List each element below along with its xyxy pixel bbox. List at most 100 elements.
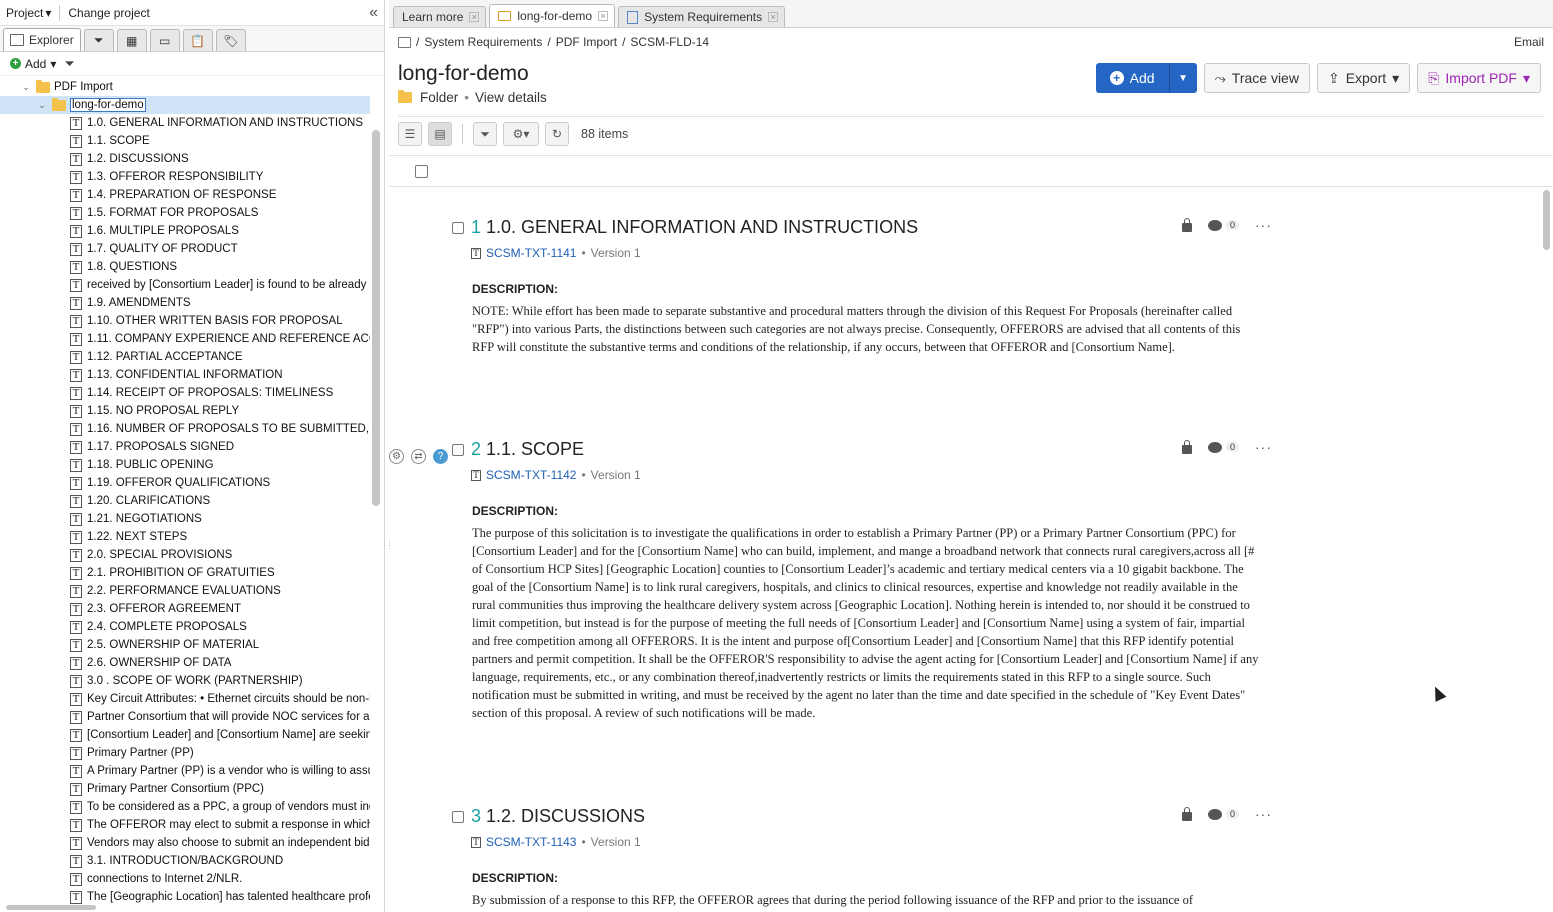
item-id-link[interactable]: SCSM-TXT-1142 (486, 468, 576, 482)
select-all-checkbox[interactable] (415, 165, 428, 178)
close-icon[interactable]: × (598, 11, 609, 21)
tab-long-for-demo[interactable]: long-for-demo × (489, 4, 616, 27)
tree-item[interactable]: T 1.2. DISCUSSIONS (0, 150, 370, 168)
close-icon[interactable]: × (768, 12, 779, 22)
tree-item[interactable]: T 1.21. NEGOTIATIONS (0, 510, 370, 528)
tree-item[interactable]: T The [Geographic Location] has talented … (0, 888, 370, 906)
tree-item[interactable]: T Primary Partner (PP) (0, 744, 370, 762)
more-options-icon[interactable]: ··· (1255, 806, 1272, 822)
tree-item[interactable]: T 1.9. AMENDMENTS (0, 294, 370, 312)
tree-item[interactable]: T 1.4. PREPARATION OF RESPONSE (0, 186, 370, 204)
comments-button[interactable]: 0 (1207, 219, 1239, 231)
item-id-link[interactable]: SCSM-TXT-1141 (486, 246, 576, 260)
tree-item[interactable]: T Primary Partner Consortium (PPC) (0, 780, 370, 798)
tab-tags[interactable]: 🏷 (215, 29, 246, 51)
tree-item[interactable]: T 2.0. SPECIAL PROVISIONS (0, 546, 370, 564)
tree-item[interactable]: T 1.3. OFFEROR RESPONSIBILITY (0, 168, 370, 186)
comments-button[interactable]: 0 (1207, 808, 1239, 820)
tab-explorer[interactable]: Explorer (3, 28, 81, 51)
chevron-down-icon[interactable]: ⌄ (36, 100, 48, 111)
close-icon[interactable]: × (469, 12, 480, 22)
add-dropdown-button[interactable]: ▼ (1168, 63, 1197, 93)
item-title[interactable]: 1.0. GENERAL INFORMATION AND INSTRUCTION… (486, 217, 918, 238)
description-text[interactable]: The purpose of this solicitation is to i… (472, 524, 1264, 722)
item-checkbox[interactable] (452, 221, 464, 234)
tab-system-requirements[interactable]: System Requirements × (618, 6, 786, 27)
tree-item[interactable]: T 2.2. PERFORMANCE EVALUATIONS (0, 582, 370, 600)
settings-menu-button[interactable]: ⚙▾ (503, 122, 539, 146)
tree-item[interactable]: T Partner Consortium that will provide NO… (0, 708, 370, 726)
tree-item[interactable]: T 1.18. PUBLIC OPENING (0, 456, 370, 474)
tab-learn-more[interactable]: Learn more × (393, 6, 487, 27)
comments-button[interactable]: 0 (1207, 441, 1239, 453)
tree-item[interactable]: T 2.6. OWNERSHIP OF DATA (0, 654, 370, 672)
filter-button[interactable]: ⏷ (473, 122, 497, 146)
tree-item[interactable]: T Vendors may also choose to submit an in… (0, 834, 370, 852)
tree-item[interactable]: T 1.17. PROPOSALS SIGNED (0, 438, 370, 456)
tree-item[interactable]: T 1.19. OFFEROR QUALIFICATIONS (0, 474, 370, 492)
tree-item[interactable]: Treceived by [Consortium Leader] is foun… (0, 276, 370, 294)
tab-table[interactable]: ▦ (116, 29, 147, 51)
tree-item[interactable]: T The OFFEROR may elect to submit a respo… (0, 816, 370, 834)
trace-view-button[interactable]: ⤳ Trace view (1203, 63, 1310, 93)
tree-item[interactable]: T 1.6. MULTIPLE PROPOSALS (0, 222, 370, 240)
tree-item[interactable]: T 1.12. PARTIAL ACCEPTANCE (0, 348, 370, 366)
document-view-button[interactable]: ▤ (428, 122, 452, 146)
add-button[interactable]: + Add (1095, 63, 1169, 93)
more-options-icon[interactable]: ··· (1255, 439, 1272, 455)
tree-item[interactable]: T 1.22. NEXT STEPS (0, 528, 370, 546)
tree-node-root[interactable]: ⌄ PDF Import (0, 78, 370, 96)
tree-vertical-scrollbar[interactable] (372, 130, 380, 506)
tree-item[interactable]: T 1.8. QUESTIONS (0, 258, 370, 276)
breadcrumb-item[interactable]: System Requirements (424, 35, 542, 49)
lock-icon[interactable] (1181, 439, 1192, 454)
tree-item[interactable]: T 1.7. QUALITY OF PRODUCT (0, 240, 370, 258)
view-details-link[interactable]: View details (475, 90, 547, 105)
tree-item[interactable]: T 1.11. COMPANY EXPERIENCE AND REFERENCE … (0, 330, 370, 348)
change-project-link[interactable]: Change project (68, 6, 149, 20)
lock-icon[interactable] (1181, 217, 1192, 232)
item-checkbox[interactable] (452, 810, 464, 823)
tree-item[interactable]: T 1.0. GENERAL INFORMATION AND INSTRUCTIO… (0, 114, 370, 132)
tree-item[interactable]: T 1.15. NO PROPOSAL REPLY (0, 402, 370, 420)
lock-icon[interactable] (1181, 806, 1192, 821)
breadcrumb-item[interactable]: SCSM-FLD-14 (630, 35, 709, 49)
tree-item[interactable]: T 1.1. SCOPE (0, 132, 370, 150)
tab-filter[interactable]: ⏷ (83, 29, 114, 51)
tree-item[interactable]: T 2.1. PROHIBITION OF GRATUITIES (0, 564, 370, 582)
tree-item[interactable]: T To be considered as a PPC, a group of v… (0, 798, 370, 816)
item-title[interactable]: 1.1. SCOPE (486, 439, 584, 460)
tree-item[interactable]: T [Consortium Leader] and [Consortium Nam… (0, 726, 370, 744)
tree-item[interactable]: T 1.13. CONFIDENTIAL INFORMATION (0, 366, 370, 384)
tree-item[interactable]: T Key Circuit Attributes: • Ethernet circ… (0, 690, 370, 708)
item-checkbox[interactable] (452, 443, 464, 456)
tree-item[interactable]: T 3.1. INTRODUCTION/BACKGROUND (0, 852, 370, 870)
project-menu[interactable]: Project ▾ (6, 6, 51, 20)
more-options-icon[interactable]: ··· (1255, 217, 1272, 233)
tree-item[interactable]: T 1.10. OTHER WRITTEN BASIS FOR PROPOSAL (0, 312, 370, 330)
tree-item[interactable]: T 2.3. OFFEROR AGREEMENT (0, 600, 370, 618)
tree-item[interactable]: T 2.5. OWNERSHIP OF MATERIAL (0, 636, 370, 654)
description-text[interactable]: NOTE: While effort has been made to sepa… (472, 302, 1264, 356)
tree-item[interactable]: T A Primary Partner (PP) is a vendor who … (0, 762, 370, 780)
item-title[interactable]: 1.2. DISCUSSIONS (486, 806, 645, 827)
tab-clipboard[interactable]: 📋 (182, 29, 213, 51)
filter-icon[interactable]: ⏷ (64, 56, 74, 72)
refresh-button[interactable]: ↻ (545, 122, 569, 146)
tab-window[interactable]: ▭ (149, 29, 180, 51)
tree-item[interactable]: T 2.4. COMPLETE PROPOSALS (0, 618, 370, 636)
tree-item[interactable]: T 1.5. FORMAT FOR PROPOSALS (0, 204, 370, 222)
description-text[interactable]: By submission of a response to this RFP,… (472, 891, 1264, 909)
tree-item[interactable]: T 1.14. RECEIPT OF PROPOSALS: TIMELINESS (0, 384, 370, 402)
content-vertical-scrollbar[interactable] (1543, 190, 1550, 250)
tree-node-selected-folder[interactable]: ⌄ long-for-demo (0, 96, 370, 114)
tree-item[interactable]: T 1.20. CLARIFICATIONS (0, 492, 370, 510)
tree-horizontal-scrollbar[interactable] (6, 905, 96, 910)
list-view-button[interactable]: ☰ (398, 122, 422, 146)
tree-item[interactable]: T 1.16. NUMBER OF PROPOSALS TO BE SUBMITT… (0, 420, 370, 438)
home-icon[interactable] (398, 36, 411, 48)
item-id-link[interactable]: SCSM-TXT-1143 (486, 835, 576, 849)
chevron-down-icon[interactable]: ⌄ (20, 82, 32, 93)
tree-item[interactable]: Tconnections to Internet 2/NLR. (0, 870, 370, 888)
export-button[interactable]: ⇪ Export ▾ (1316, 63, 1411, 93)
